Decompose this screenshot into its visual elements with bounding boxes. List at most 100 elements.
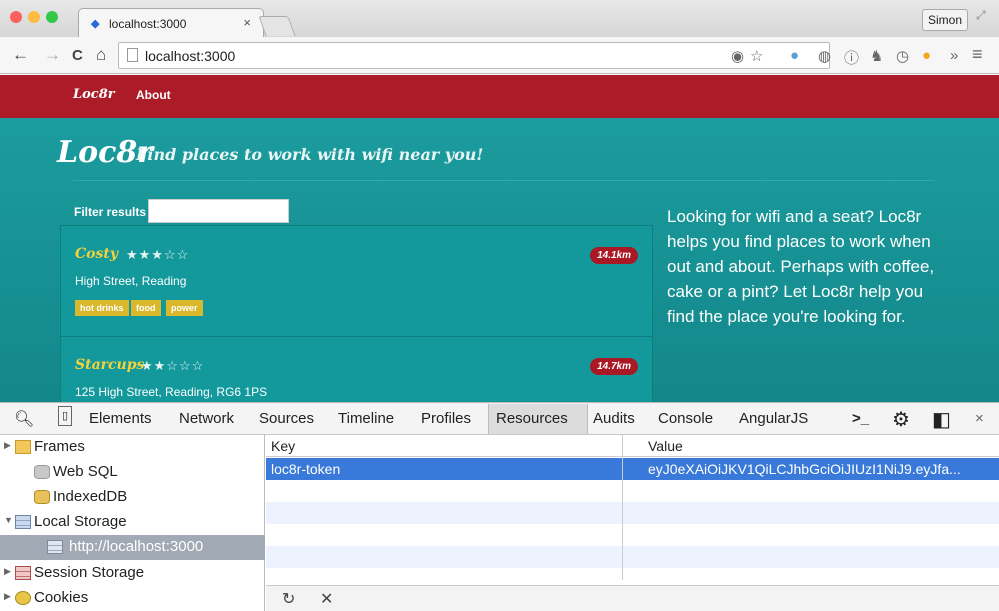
gear-icon[interactable]: ⚙ bbox=[892, 407, 910, 432]
facility-tag: food bbox=[131, 300, 161, 316]
collapse-arrow-icon[interactable]: ▼ bbox=[4, 515, 13, 525]
address-bar[interactable]: localhost:3000 bbox=[118, 42, 830, 69]
navbar-brand[interactable]: Loc8r bbox=[73, 87, 115, 102]
sidebar-item-label: http://localhost:3000 bbox=[69, 538, 204, 555]
tab-audits[interactable]: Audits bbox=[593, 410, 635, 427]
empty-row bbox=[266, 524, 999, 546]
sidebar-item-websql[interactable]: Web SQL bbox=[0, 460, 265, 485]
dock-side-icon[interactable]: ◧ bbox=[932, 407, 951, 432]
sidebar-item-localhost[interactable]: http://localhost:3000 bbox=[0, 535, 265, 560]
profile-button[interactable]: Simon bbox=[922, 9, 968, 31]
browser-toolbar: ← → C ⌂ localhost:3000 ◉ ☆ ● ◍ ⓘ ♞ ◷ ● »… bbox=[0, 37, 999, 74]
home-icon[interactable]: ⌂ bbox=[96, 45, 106, 65]
distance-badge: 14.7km bbox=[590, 358, 638, 375]
nav-about-link[interactable]: About bbox=[136, 88, 171, 102]
resources-sidebar: ▶ Frames Web SQL IndexedDB ▼ Local Stora… bbox=[0, 435, 265, 611]
sidebar-blurb: Looking for wifi and a seat? Loc8r helps… bbox=[667, 207, 935, 326]
pocket-icon[interactable]: ◍ bbox=[818, 47, 831, 65]
tab-profiles[interactable]: Profiles bbox=[421, 410, 471, 427]
location-card[interactable]: Costy ★★★☆☆ 14.1km High Street, Reading … bbox=[60, 225, 653, 337]
overflow-icon[interactable]: » bbox=[950, 47, 958, 64]
filter-input[interactable] bbox=[148, 199, 289, 223]
grid-status-bar: ↻ ✕ bbox=[266, 585, 999, 611]
minimize-window-button[interactable] bbox=[28, 11, 40, 23]
sidebar-item-label: IndexedDB bbox=[53, 488, 128, 505]
tab-angularjs[interactable]: AngularJS bbox=[739, 410, 808, 427]
location-target-icon[interactable]: ◉ bbox=[731, 47, 744, 65]
tab-console[interactable]: Console bbox=[658, 410, 713, 427]
tab-elements[interactable]: Elements bbox=[89, 410, 152, 427]
url-text: localhost:3000 bbox=[145, 48, 236, 64]
console-prompt-icon[interactable]: >_ bbox=[852, 410, 869, 427]
database-icon bbox=[34, 490, 50, 504]
facility-tag: power bbox=[166, 300, 203, 316]
close-devtools-icon[interactable]: × bbox=[975, 410, 984, 427]
ghostery-icon[interactable]: ● bbox=[790, 47, 799, 64]
tab-network[interactable]: Network bbox=[179, 410, 234, 427]
row-value[interactable]: eyJ0eXAiOiJKV1QiLCJhbGciOiJIUzI1NiJ9.eyJ… bbox=[648, 461, 993, 477]
page-icon bbox=[127, 48, 138, 62]
distance-badge: 14.1km bbox=[590, 247, 638, 264]
fullscreen-icon[interactable]: ⤢ bbox=[976, 8, 986, 23]
sidebar-item-label: Cookies bbox=[34, 589, 89, 606]
tab-timeline[interactable]: Timeline bbox=[338, 410, 394, 427]
tab-close-icon[interactable]: × bbox=[243, 15, 251, 30]
evernote-icon[interactable]: ♞ bbox=[870, 47, 883, 65]
expand-arrow-icon[interactable]: ▶ bbox=[4, 440, 11, 451]
search-icon[interactable]: 🔍︎ bbox=[14, 409, 34, 429]
expand-arrow-icon[interactable]: ▶ bbox=[4, 566, 11, 577]
facility-tag: hot drinks bbox=[75, 300, 129, 316]
close-window-button[interactable] bbox=[10, 11, 22, 23]
empty-row bbox=[266, 568, 999, 585]
divider bbox=[73, 180, 935, 181]
extension-circle-icon[interactable]: ● bbox=[922, 47, 931, 64]
history-icon[interactable]: ◷ bbox=[896, 47, 909, 65]
sidebar-item-label: Web SQL bbox=[53, 463, 118, 480]
forward-icon[interactable]: → bbox=[44, 45, 61, 65]
cookie-icon bbox=[15, 591, 31, 605]
tab-resources[interactable]: Resources bbox=[496, 410, 568, 427]
bookmark-star-icon[interactable]: ☆ bbox=[750, 47, 763, 65]
column-header-value[interactable]: Value bbox=[623, 435, 999, 457]
rating-stars: ★★★☆☆ bbox=[126, 247, 190, 262]
location-address: 125 High Street, Reading, RG6 1PS bbox=[75, 385, 268, 399]
page-tagline: Find places to work with wifi near you! bbox=[136, 145, 484, 164]
location-name[interactable]: Costy bbox=[75, 246, 118, 262]
sidebar-item-local-storage[interactable]: ▼ Local Storage bbox=[0, 510, 265, 535]
console-drawer-icon[interactable]: ▯ bbox=[58, 406, 72, 426]
tab-sources[interactable]: Sources bbox=[259, 410, 314, 427]
storage-table-icon bbox=[47, 540, 63, 554]
site-navbar: Loc8r About bbox=[0, 75, 999, 118]
sidebar-item-cookies[interactable]: ▶ Cookies bbox=[0, 586, 265, 611]
devtools-toolbar: 🔍︎ ▯ Elements Network Sources Timeline P… bbox=[0, 402, 999, 435]
sidebar-item-label: Frames bbox=[34, 438, 85, 455]
refresh-icon[interactable]: ↻ bbox=[282, 589, 295, 609]
sidebar-item-label: Session Storage bbox=[34, 564, 145, 581]
location-address: High Street, Reading bbox=[75, 274, 187, 288]
zoom-window-button[interactable] bbox=[46, 11, 58, 23]
browser-tab[interactable]: ◆ localhost:3000 × bbox=[78, 8, 264, 38]
location-card[interactable]: Starcups ★★☆☆☆ 14.7km 125 High Street, R… bbox=[60, 336, 653, 402]
empty-row bbox=[266, 546, 999, 568]
database-icon bbox=[34, 465, 50, 479]
menu-icon[interactable]: ≡ bbox=[972, 44, 983, 65]
sidebar-item-session-storage[interactable]: ▶ Session Storage bbox=[0, 561, 265, 586]
row-key[interactable]: loc8r-token bbox=[271, 461, 340, 477]
folder-icon bbox=[15, 440, 31, 454]
empty-row bbox=[266, 502, 999, 524]
column-header-key[interactable]: Key bbox=[266, 435, 623, 457]
rating-stars: ★★☆☆☆ bbox=[141, 358, 205, 373]
table-row[interactable]: loc8r-token eyJ0eXAiOiJKV1QiLCJhbGciOiJI… bbox=[266, 458, 999, 480]
expand-arrow-icon[interactable]: ▶ bbox=[4, 591, 11, 602]
info-icon[interactable]: ⓘ bbox=[844, 47, 859, 68]
empty-row bbox=[266, 480, 999, 502]
location-name[interactable]: Starcups bbox=[75, 357, 144, 373]
back-icon[interactable]: ← bbox=[12, 45, 29, 65]
sidebar-item-indexeddb[interactable]: IndexedDB bbox=[0, 485, 265, 510]
filter-label: Filter results bbox=[74, 205, 147, 219]
sidebar-item-label: Local Storage bbox=[34, 513, 127, 530]
sidebar-item-frames[interactable]: ▶ Frames bbox=[0, 435, 265, 460]
reload-icon[interactable]: C bbox=[72, 47, 83, 64]
delete-icon[interactable]: ✕ bbox=[320, 589, 333, 609]
column-divider[interactable] bbox=[622, 435, 623, 580]
